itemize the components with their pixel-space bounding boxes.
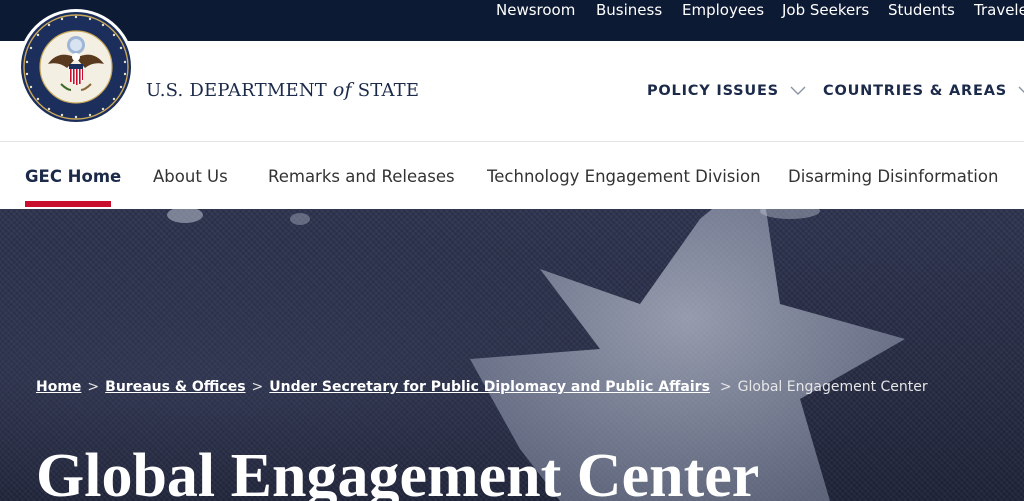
nav-countries-areas-label: COUNTRIES & AREAS: [823, 83, 1007, 99]
nav-countries-areas[interactable]: COUNTRIES & AREAS: [823, 83, 1024, 99]
department-wordmark[interactable]: U.S. DEPARTMENT of STATE: [146, 79, 419, 101]
breadcrumb-link-under-secretary[interactable]: Under Secretary for Public Diplomacy and…: [269, 379, 710, 395]
wordmark-suffix: STATE: [357, 80, 420, 101]
subnav-remarks-and-releases[interactable]: Remarks and Releases: [268, 167, 455, 186]
utility-link-students[interactable]: Students: [888, 1, 955, 19]
subnav-about-us[interactable]: About Us: [153, 167, 228, 186]
chevron-down-icon: [790, 86, 806, 95]
wordmark-prefix: U.S. DEPARTMENT: [146, 80, 327, 101]
utility-link-job-seekers[interactable]: Job Seekers: [782, 1, 869, 19]
breadcrumb-separator: >: [87, 379, 100, 395]
section-subnav: GEC Home About Us Remarks and Releases T…: [0, 143, 1024, 209]
utility-link-employees[interactable]: Employees: [682, 1, 764, 19]
breadcrumb-separator: >: [719, 379, 732, 395]
utility-link-travelers[interactable]: Travele: [974, 1, 1024, 19]
wordmark-of: of: [332, 79, 352, 101]
nav-policy-issues[interactable]: POLICY ISSUES: [647, 83, 806, 99]
page-title: Global Engagement Center: [36, 442, 760, 501]
breadcrumb-link-bureaus-offices[interactable]: Bureaus & Offices: [105, 379, 245, 395]
breadcrumb-separator: >: [251, 379, 264, 395]
site-header: U.S. DEPARTMENT of STATE POLICY ISSUES C…: [0, 41, 1024, 142]
subnav-disarming-disinformation[interactable]: Disarming Disinformation: [788, 167, 998, 186]
hero-banner: Home > Bureaus & Offices > Under Secreta…: [0, 209, 1024, 501]
utility-link-newsroom[interactable]: Newsroom: [496, 1, 575, 19]
subnav-technology-engagement-division[interactable]: Technology Engagement Division: [487, 167, 761, 186]
breadcrumb-current: Global Engagement Center: [737, 379, 928, 395]
utility-bar: Newsroom Business Employees Job Seekers …: [0, 0, 1024, 41]
breadcrumb: Home > Bureaus & Offices > Under Secreta…: [36, 379, 928, 395]
breadcrumb-link-home[interactable]: Home: [36, 379, 81, 395]
chevron-down-icon: [1018, 86, 1024, 94]
department-seal-icon[interactable]: [17, 8, 135, 126]
subnav-gec-home[interactable]: GEC Home: [25, 167, 121, 186]
active-tab-indicator: [25, 201, 111, 207]
nav-policy-issues-label: POLICY ISSUES: [647, 83, 779, 99]
utility-link-business[interactable]: Business: [596, 1, 662, 19]
